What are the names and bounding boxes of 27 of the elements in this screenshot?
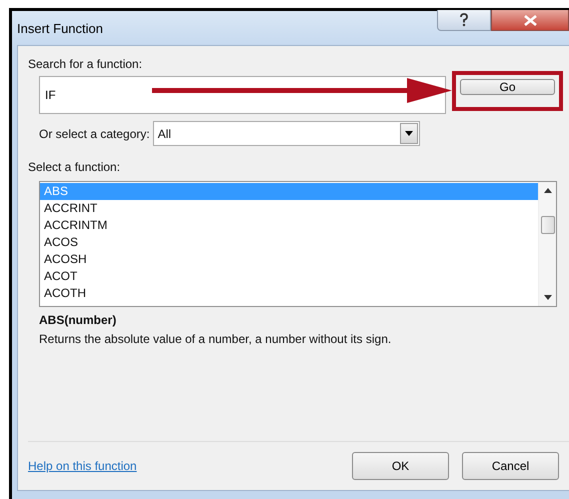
cancel-button[interactable]: Cancel <box>462 452 559 480</box>
go-button[interactable]: Go <box>460 79 555 95</box>
function-item[interactable]: ACOT <box>40 268 538 285</box>
scrollbar[interactable] <box>538 182 556 306</box>
function-item[interactable]: ACOSH <box>40 251 538 268</box>
function-item[interactable]: ACCRINTM <box>40 217 538 234</box>
search-label: Search for a function: <box>28 56 144 72</box>
help-link[interactable]: Help on this function <box>28 459 137 473</box>
category-label: Or select a category: <box>39 126 150 140</box>
close-icon <box>524 14 536 26</box>
function-description: Returns the absolute value of a number, a number without its sign. <box>39 332 392 346</box>
help-button[interactable] <box>437 10 491 31</box>
caret-icon <box>404 131 413 136</box>
close-button[interactable] <box>491 10 569 31</box>
function-item[interactable]: ACOS <box>40 234 538 251</box>
function-list-label: Select a function: <box>28 159 122 175</box>
scroll-down-icon[interactable] <box>544 295 552 300</box>
function-list[interactable]: ABS ACCRINT ACCRINTM ACOS ACOSH ACOT ACOTH <box>39 181 557 307</box>
scroll-thumb[interactable] <box>540 216 554 234</box>
window-title: Insert Function <box>17 21 103 36</box>
ok-button[interactable]: OK <box>352 452 449 480</box>
function-item[interactable]: ACCRINT <box>40 200 538 217</box>
function-syntax: ABS(number) <box>39 313 118 327</box>
category-dropdown[interactable]: All <box>152 121 420 146</box>
function-item[interactable]: ACOTH <box>40 285 538 302</box>
scroll-up-icon[interactable] <box>544 188 552 193</box>
help-icon <box>459 13 469 27</box>
